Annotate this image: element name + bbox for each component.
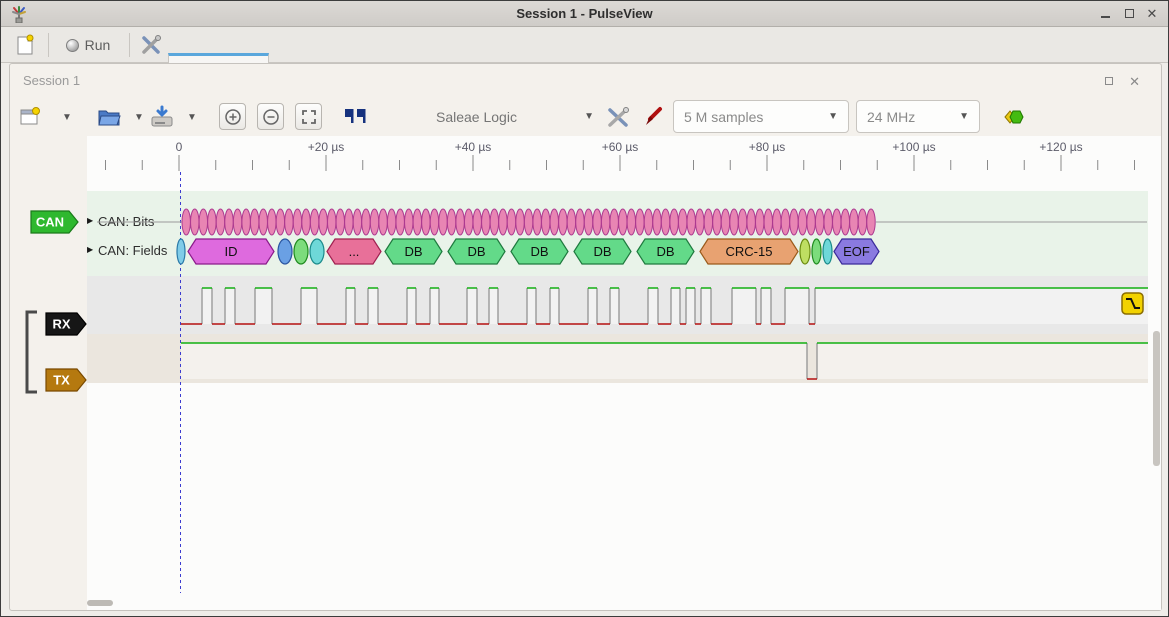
run-label: Run xyxy=(85,37,111,53)
ruler-label: +60 µs xyxy=(602,140,639,154)
zoom-fit-icon xyxy=(300,108,318,126)
decoder-row-fields-label[interactable]: CAN: Fields xyxy=(98,243,167,258)
zoom-out-button[interactable] xyxy=(257,103,284,130)
window-title: Session 1 - PulseView xyxy=(1,6,1168,21)
add-decoder-button[interactable] xyxy=(997,100,1027,134)
ruler-label: +80 µs xyxy=(749,140,786,154)
wrench-screwdriver-icon xyxy=(140,34,162,56)
ruler-label: +120 µs xyxy=(1039,140,1082,154)
add-decoder-icon xyxy=(999,106,1025,128)
sample-rate-value: 24 MHz xyxy=(867,109,915,125)
open-button[interactable] xyxy=(93,100,127,134)
device-name: Saleae Logic xyxy=(436,109,574,125)
channels-button[interactable] xyxy=(639,100,667,134)
device-selector[interactable]: Saleae Logic ▼ xyxy=(436,100,594,133)
ruler-label: +100 µs xyxy=(892,140,935,154)
zoom-in-button[interactable] xyxy=(219,103,246,130)
settings-button[interactable] xyxy=(135,31,167,59)
close-button[interactable]: ✕ xyxy=(1141,8,1163,22)
chevron-down-icon: ▼ xyxy=(62,112,72,123)
zoom-in-icon xyxy=(224,108,242,126)
new-view-button[interactable] xyxy=(9,31,41,59)
dock-close-button[interactable]: ✕ xyxy=(1129,74,1140,90)
tx-trace-background xyxy=(87,334,1148,383)
maximize-button[interactable] xyxy=(1118,8,1140,22)
save-icon xyxy=(149,105,175,129)
zoom-fit-button[interactable] xyxy=(295,103,322,130)
horizontal-scrollbar[interactable] xyxy=(87,600,113,606)
vertical-scrollbar[interactable] xyxy=(1153,331,1160,466)
sample-count-select[interactable]: 5 M samples ▼ xyxy=(673,100,849,133)
expand-arrow-bits[interactable]: ▶ xyxy=(87,216,93,225)
ruler-label: +20 µs xyxy=(308,140,345,154)
title-bar: Session 1 - PulseView ✕ xyxy=(1,1,1168,27)
rx-trace-background xyxy=(87,276,1148,334)
sample-count-value: 5 M samples xyxy=(684,109,763,125)
toolbar-separator xyxy=(129,33,130,57)
expand-arrow-fields[interactable]: ▶ xyxy=(87,245,93,254)
save-button[interactable] xyxy=(144,100,180,134)
zoom-out-icon xyxy=(262,108,280,126)
dock-title: Session 1 xyxy=(23,73,80,88)
show-decoder-selector-button[interactable] xyxy=(341,100,369,134)
save-dropdown[interactable]: ▼ xyxy=(184,100,200,134)
main-toolbar: Run Session 1 ✕ xyxy=(1,27,1168,63)
run-state-icon xyxy=(66,39,79,52)
minimize-button[interactable] xyxy=(1094,8,1116,22)
chevron-down-icon: ▼ xyxy=(134,112,144,123)
decoder-trace-background xyxy=(87,191,1148,276)
device-configure-button[interactable] xyxy=(603,100,633,134)
toolbar-separator xyxy=(48,33,49,57)
probe-flags-icon xyxy=(342,106,368,128)
new-session-dropdown[interactable]: ▼ xyxy=(59,100,75,134)
new-session-icon xyxy=(18,105,42,129)
ruler-label: +40 µs xyxy=(455,140,492,154)
chevron-down-icon: ▼ xyxy=(187,112,197,123)
sample-rate-select[interactable]: 24 MHz ▼ xyxy=(856,100,980,133)
new-file-icon xyxy=(15,34,35,56)
new-session-button[interactable] xyxy=(13,100,47,134)
wrench-screwdriver-icon xyxy=(606,105,630,129)
probe-icon xyxy=(641,105,665,129)
chevron-down-icon: ▼ xyxy=(959,111,969,122)
open-folder-icon xyxy=(97,105,123,129)
dock-float-button[interactable] xyxy=(1105,74,1113,88)
chevron-down-icon: ▼ xyxy=(828,111,838,122)
ruler-label: 0 xyxy=(176,140,183,154)
run-button[interactable]: Run xyxy=(57,31,119,59)
decoder-row-bits-label[interactable]: CAN: Bits xyxy=(98,214,154,229)
pulseview-window: Session 1 - PulseView ✕ Run Se xyxy=(0,0,1169,617)
chevron-down-icon: ▼ xyxy=(584,111,594,122)
